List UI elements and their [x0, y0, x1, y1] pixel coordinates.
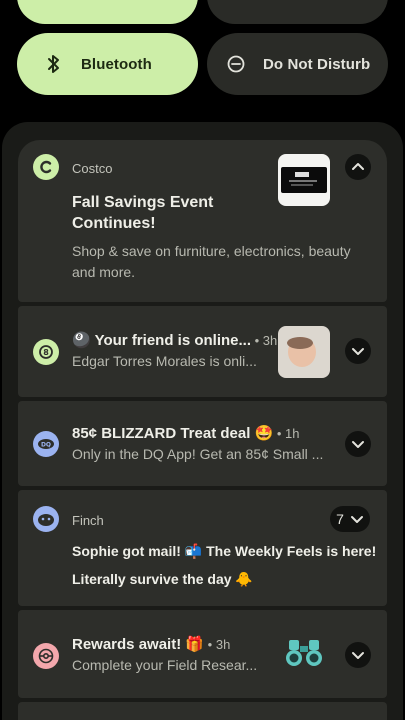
svg-text:DQ: DQ [41, 442, 51, 449]
notification-body: Complete your Field Resear... [72, 657, 258, 673]
notification-body: Shop & save on furniture, electronics, b… [72, 243, 351, 259]
notification-finch[interactable]: Finch 7 Sophie got mail! 📬 The Weekly Fe… [18, 490, 387, 606]
friend-avatar [278, 326, 330, 378]
bluetooth-label: Bluetooth [81, 55, 152, 73]
notification-line2: Literally survive the day 🐥 [72, 571, 253, 587]
costco-app-icon [33, 154, 59, 180]
binoculars-icon [284, 636, 324, 675]
do-not-disturb-label: Do Not Disturb [263, 55, 371, 73]
quick-tile-top-right[interactable] [207, 0, 388, 24]
collapse-button[interactable] [345, 154, 371, 180]
notification-title: Rewards await! 🎁 • 3h [72, 636, 231, 653]
expand-button[interactable] [345, 642, 371, 668]
group-count: 7 [336, 511, 344, 527]
chevron-down-icon [352, 652, 364, 659]
notification-friend-online[interactable]: 8 🎱 Your friend is online... • 3h Edgar … [18, 306, 387, 397]
do-not-disturb-tile[interactable]: Do Not Disturb [207, 33, 388, 95]
expand-button[interactable] [345, 338, 371, 364]
expand-group-button[interactable]: 7 [330, 506, 370, 532]
pokeball-app-icon [33, 643, 59, 669]
svg-text:8: 8 [43, 348, 49, 357]
notification-body-line2: and more. [72, 264, 136, 280]
notification-body: Edgar Torres Morales is onli... [72, 353, 257, 369]
chevron-down-icon [352, 441, 364, 448]
bluetooth-tile[interactable]: Bluetooth [17, 33, 198, 95]
chevron-down-icon [352, 348, 364, 355]
chevron-up-icon [352, 163, 364, 170]
costco-thumbnail [278, 154, 330, 206]
notification-title-line2: Continues! [72, 215, 156, 232]
chevron-down-icon [350, 516, 363, 523]
expand-button[interactable] [345, 431, 371, 457]
pool-app-icon: 8 [33, 339, 59, 365]
notification-body: Only in the DQ App! Get an 85¢ Small ... [72, 446, 324, 462]
bluetooth-icon [43, 54, 65, 74]
notification-title: 🎱 Your friend is online... • 3h [72, 332, 278, 349]
app-name: Finch [72, 513, 104, 528]
notification-rewards[interactable]: Rewards await! 🎁 • 3h Complete your Fiel… [18, 610, 387, 698]
dq-app-icon: DQ [33, 431, 59, 457]
notification-title: Fall Savings Event [72, 194, 214, 211]
notification-title: 85¢ BLIZZARD Treat deal 🤩 • 1h [72, 425, 300, 442]
finch-app-icon [33, 506, 59, 532]
notification-next[interactable] [18, 702, 387, 720]
do-not-disturb-icon [225, 55, 247, 73]
notification-line: Sophie got mail! 📬 The Weekly Feels is h… [72, 543, 377, 559]
quick-tile-top-left[interactable] [17, 0, 198, 24]
notification-dq[interactable]: DQ 85¢ BLIZZARD Treat deal 🤩 • 1h Only i… [18, 401, 387, 486]
notification-costco[interactable]: Costco Fall Savings Event Continues! Sho… [18, 140, 387, 302]
app-name: Costco [72, 161, 113, 176]
